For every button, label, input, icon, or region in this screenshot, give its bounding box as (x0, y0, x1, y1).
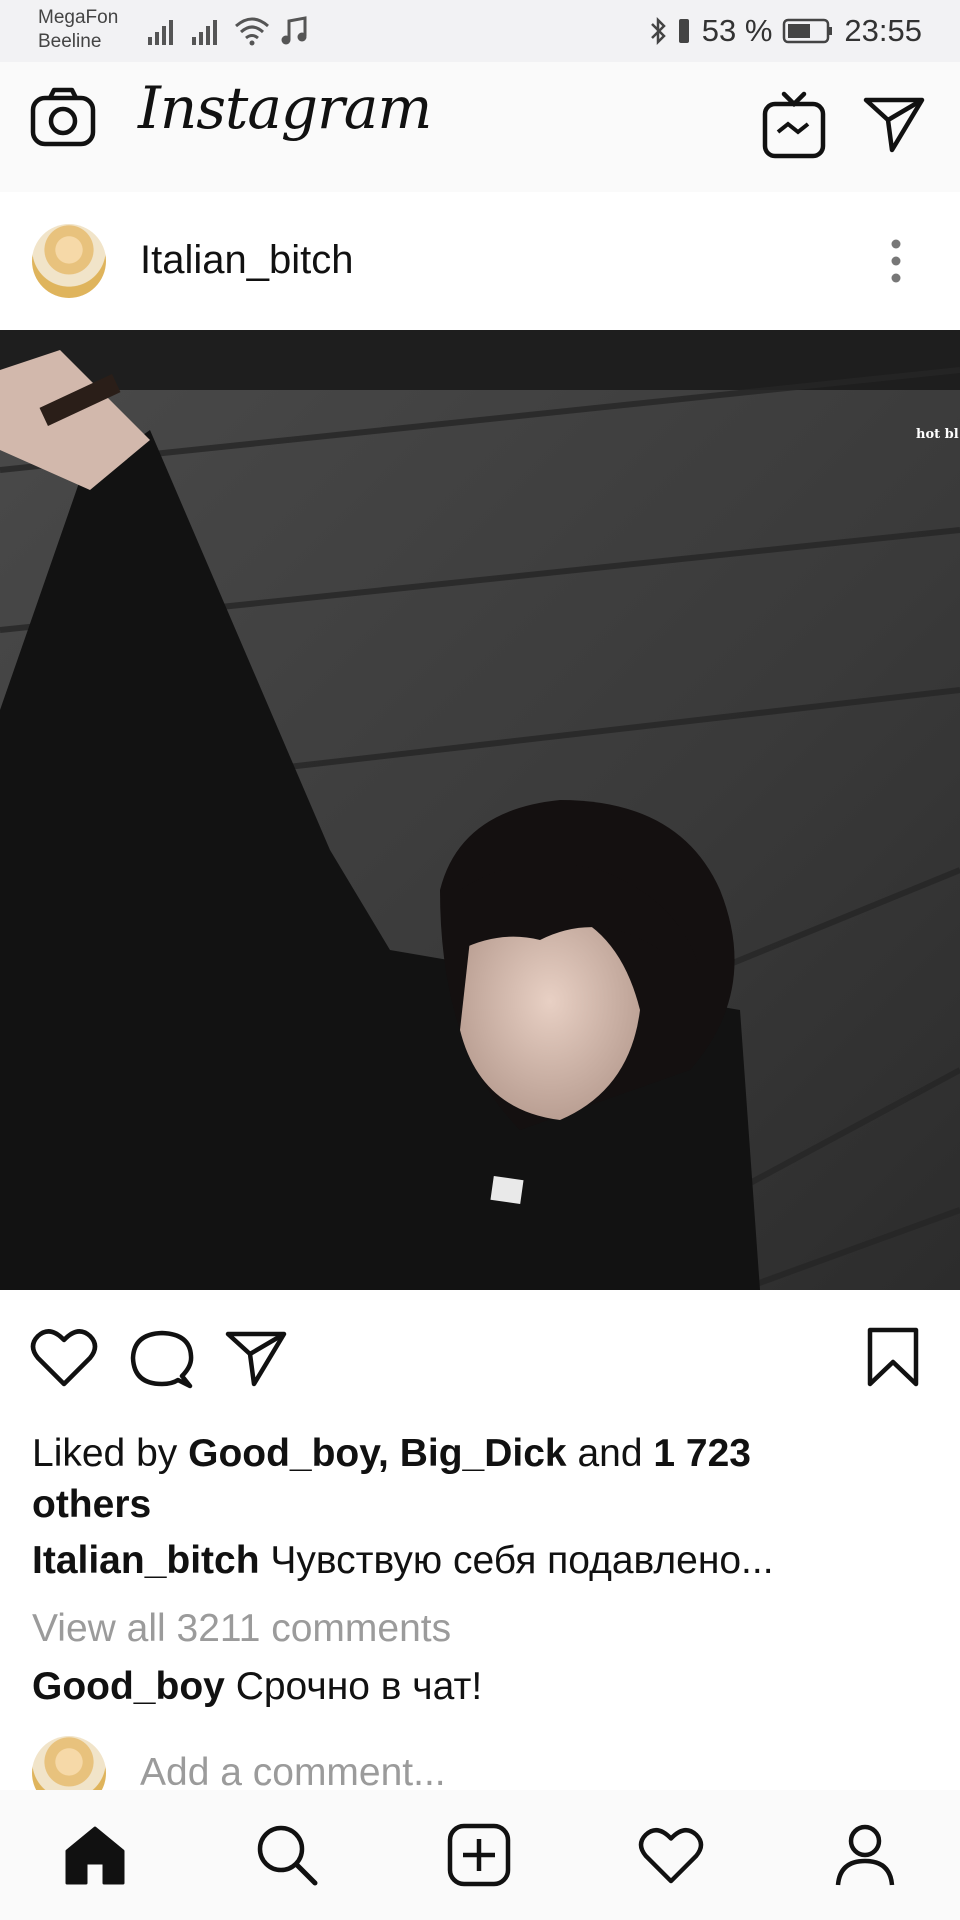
comment-username[interactable]: Good_boy (32, 1665, 225, 1708)
camera-button[interactable] (30, 86, 96, 153)
post-header: Italian_bitch (0, 192, 960, 330)
carrier-2: Beeline (38, 31, 102, 52)
nav-activity[interactable] (636, 1820, 706, 1890)
bookmark-icon (867, 1327, 919, 1387)
carrier-names: MegaFon Beeline (38, 6, 118, 54)
nav-search[interactable] (252, 1820, 322, 1890)
comment-button[interactable] (130, 1328, 194, 1395)
signal-icon (192, 20, 217, 45)
battery-icon (783, 18, 833, 44)
caption-text: Чувствую себя подавлено... (270, 1539, 774, 1582)
profile-icon (835, 1824, 895, 1886)
music-icon (281, 16, 307, 45)
vibrate-icon (678, 19, 689, 43)
save-button[interactable] (866, 1326, 920, 1393)
share-button[interactable] (224, 1328, 288, 1393)
direct-message-icon (863, 97, 925, 153)
post-image[interactable]: hot bl (0, 330, 960, 1290)
direct-message-button[interactable] (862, 94, 926, 159)
post-caption: Italian_bitch Чувствую себя подавлено... (32, 1536, 774, 1586)
top-comment: Good_boy Срочно в чат! (32, 1662, 482, 1712)
caption-username[interactable]: Italian_bitch (32, 1539, 260, 1582)
nav-profile[interactable] (830, 1820, 900, 1890)
send-icon (225, 1331, 287, 1387)
new-post-icon (447, 1823, 511, 1887)
camera-icon (30, 87, 96, 147)
post-username[interactable]: Italian_bitch (140, 238, 353, 283)
wifi-icon (235, 17, 269, 46)
nav-home[interactable] (60, 1820, 130, 1890)
bottom-navigation (0, 1790, 960, 1920)
post-photo: hot bl (0, 330, 960, 1290)
likes-summary[interactable]: Liked by Good_boy, Big_Dick and 1 723 ot… (32, 1428, 852, 1530)
activity-icon (638, 1828, 704, 1884)
post-actions (0, 1290, 960, 1420)
signal-icon (148, 20, 173, 45)
avatar[interactable] (32, 224, 106, 298)
nav-new-post[interactable] (444, 1820, 514, 1890)
battery-percent: 53 % (701, 13, 773, 48)
liked-by-users[interactable]: Good_boy, Big_Dick (188, 1432, 567, 1475)
instagram-logo: Instagram (138, 74, 432, 142)
clock: 23:55 (844, 13, 922, 48)
igtv-button[interactable] (762, 90, 826, 165)
bluetooth-icon (650, 16, 666, 46)
status-right: 53 % 23:55 (650, 12, 922, 50)
more-vertical-icon (891, 239, 901, 283)
search-icon (257, 1825, 318, 1886)
view-all-comments-link[interactable]: View all 3211 comments (32, 1604, 451, 1654)
home-icon (65, 1826, 125, 1885)
likes-prefix: Liked by (32, 1432, 189, 1475)
comment-text: Срочно в чат! (235, 1665, 483, 1708)
status-bar: MegaFon Beeline 53 % 23:55 (0, 0, 960, 62)
status-icons (146, 14, 308, 48)
like-button[interactable] (30, 1326, 98, 1393)
likes-connector: and (566, 1432, 654, 1475)
carrier-1: MegaFon (38, 7, 119, 28)
watermark-text: hot bl (916, 427, 959, 442)
top-app-bar: Instagram (0, 62, 960, 193)
heart-icon (30, 1329, 98, 1387)
more-options-button[interactable] (886, 238, 906, 289)
comment-icon (130, 1330, 194, 1389)
igtv-icon (762, 91, 826, 159)
